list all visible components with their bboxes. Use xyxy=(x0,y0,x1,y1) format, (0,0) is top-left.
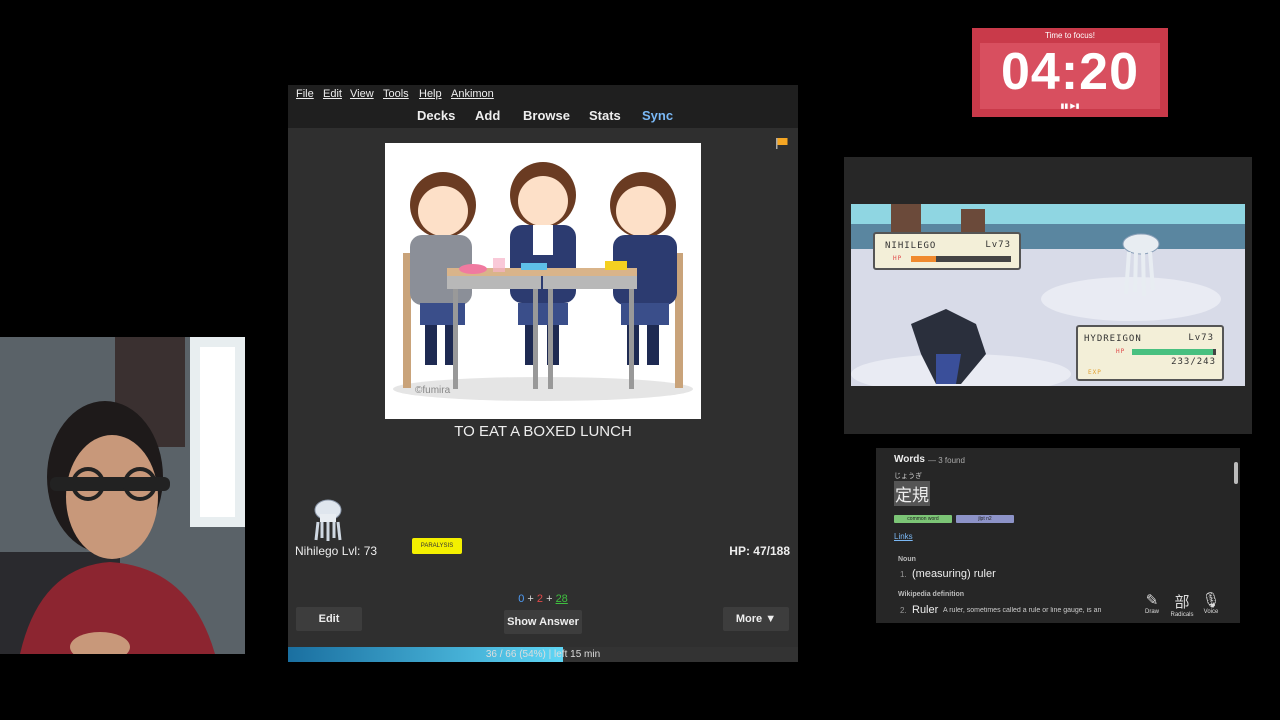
toolbar-add[interactable]: Add xyxy=(475,108,500,123)
draw-label: Draw xyxy=(1144,609,1159,615)
timer-title: Time to focus! xyxy=(1045,31,1095,40)
learn-count: 2 xyxy=(536,593,543,605)
new-count: 0 xyxy=(518,593,525,605)
game-window: NIHILEGO Lv73 HP HYDREIGON Lv73 HP 233/2… xyxy=(844,157,1252,434)
dict-found-count: — 3 found xyxy=(928,456,965,465)
dict-word: 定規 xyxy=(894,481,930,506)
enemy-name: NIHILEGO xyxy=(885,241,937,251)
focus-timer: Time to focus! 04:20 ▮▮ ▶▮ xyxy=(972,28,1168,117)
toolbar-browse[interactable]: Browse xyxy=(523,108,570,123)
enemy-hp-bar xyxy=(911,256,1011,262)
progress-bar: 36 / 66 (54%) | left 15 min xyxy=(288,647,798,662)
toolbar-stats[interactable]: Stats xyxy=(589,108,621,123)
enemy-hp-fill xyxy=(911,256,936,262)
enemy-hp-box: NIHILEGO Lv73 HP xyxy=(873,232,1021,270)
flag-icon[interactable] xyxy=(776,138,788,149)
enemy-level: Lv73 xyxy=(985,240,1011,250)
menu-tools[interactable]: Tools xyxy=(383,88,409,100)
battle-screen: NIHILEGO Lv73 HP HYDREIGON Lv73 HP 233/2… xyxy=(851,204,1245,386)
image-credit: ©fumira xyxy=(415,385,451,396)
dict-links[interactable]: Links xyxy=(894,532,913,541)
review-counts: 0 + 2 + 28 xyxy=(288,593,798,605)
dictionary-panel: Words — 3 found じょうぎ 定規 common word jlpt… xyxy=(876,448,1240,623)
pencil-icon: ✎ xyxy=(1145,592,1159,609)
plus-sign: + xyxy=(527,593,534,605)
progress-text: 36 / 66 (54%) | left 15 min xyxy=(485,649,601,660)
plus-sign: + xyxy=(546,593,553,605)
pokemon-name: Nihilego Lvl: 73 xyxy=(295,544,378,558)
menu-view[interactable]: View xyxy=(350,88,374,100)
def1-number: 1. xyxy=(900,570,907,579)
webcam-feed xyxy=(0,337,245,654)
def2-description: A ruler, sometimes called a rule or line… xyxy=(943,607,1102,614)
streamer-video xyxy=(0,337,245,654)
dict-pos: Noun xyxy=(898,556,916,563)
tag-common-word: common word xyxy=(894,515,952,523)
menu-edit[interactable]: Edit xyxy=(323,88,342,100)
show-answer-button[interactable]: Show Answer xyxy=(504,610,582,634)
card-answer-text: TO EAT A BOXED LUNCH xyxy=(454,423,632,440)
nihilego-sprite xyxy=(314,499,342,541)
edit-button[interactable]: Edit xyxy=(296,607,362,631)
def1-text: (measuring) ruler xyxy=(912,568,996,580)
player-name: HYDREIGON xyxy=(1084,334,1142,344)
player-exp-label: EXP xyxy=(1088,369,1102,376)
def2-text: Ruler xyxy=(912,604,939,616)
pokemon-hp: HP: 47/188 xyxy=(729,544,790,558)
review-count: 28 xyxy=(555,593,568,605)
microphone-icon: 🎙 xyxy=(1201,592,1221,609)
player-hp-text: 233/243 xyxy=(1171,357,1216,367)
wiki-label: Wikipedia definition xyxy=(898,591,965,598)
toolbar-sync[interactable]: Sync xyxy=(642,108,673,123)
player-level: Lv73 xyxy=(1188,333,1214,343)
radicals-tool[interactable]: 部 Radicals xyxy=(1168,591,1196,618)
dict-furigana: じょうぎ xyxy=(894,473,922,480)
tag-jlpt: jlpt n2 xyxy=(956,515,1014,523)
radicals-label: Radicals xyxy=(1170,612,1194,618)
def2-number: 2. xyxy=(900,606,907,615)
enemy-hp-label: HP xyxy=(893,255,903,262)
menu-help[interactable]: Help xyxy=(419,88,442,100)
draw-tool[interactable]: ✎ Draw xyxy=(1138,591,1166,615)
toolbar-decks[interactable]: Decks xyxy=(417,108,455,123)
anki-window: File Edit View Tools Help Ankimon Decks … xyxy=(288,85,798,662)
main-toolbar: Decks Add Browse Stats Sync xyxy=(288,104,798,128)
menu-file[interactable]: File xyxy=(296,88,314,100)
more-button[interactable]: More ▼ xyxy=(723,607,789,631)
player-hp-box: HYDREIGON Lv73 HP 233/243 EXP xyxy=(1076,325,1224,381)
player-hp-fill xyxy=(1132,349,1213,355)
dict-title: Words xyxy=(894,454,925,465)
menu-ankimon[interactable]: Ankimon xyxy=(451,88,494,100)
card-illustration: ©fumira xyxy=(385,143,701,419)
timer-controls[interactable]: ▮▮ ▶▮ xyxy=(972,102,1168,110)
status-badge: PARALYSIS xyxy=(412,538,462,554)
menu-bar: File Edit View Tools Help Ankimon xyxy=(288,85,798,104)
dict-scrollbar[interactable] xyxy=(1234,462,1238,484)
timer-time: 04:20 xyxy=(1001,43,1139,101)
voice-label: Voice xyxy=(1203,609,1219,615)
voice-tool[interactable]: 🎙 Voice xyxy=(1197,591,1225,615)
radical-icon: 部 xyxy=(1174,594,1190,611)
player-hp-label: HP xyxy=(1116,348,1126,355)
player-hp-bar xyxy=(1132,349,1216,355)
